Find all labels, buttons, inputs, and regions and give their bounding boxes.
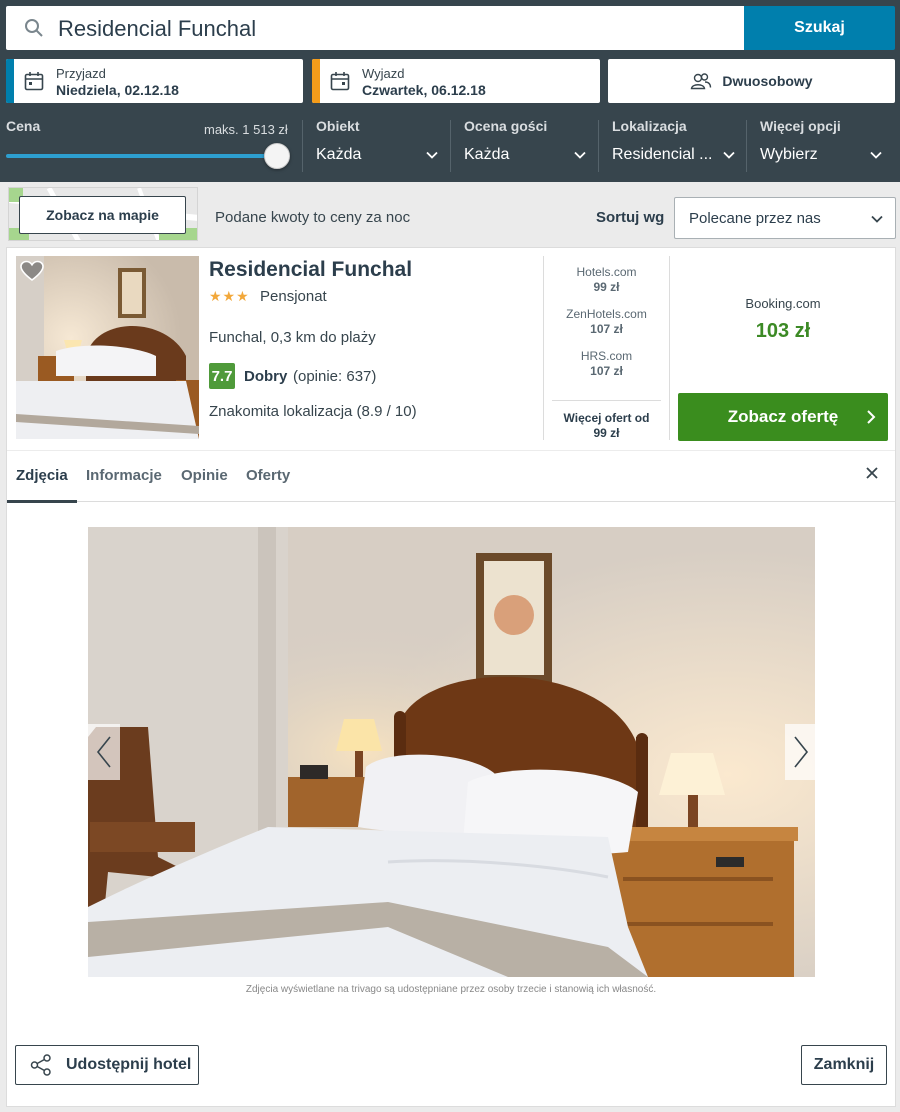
price-note: Podane kwoty to ceny za noc: [215, 209, 411, 226]
location-filter-label: Lokalizacja: [612, 118, 687, 134]
active-tab-indicator: [7, 500, 77, 503]
sort-select[interactable]: Polecane przez nas: [674, 197, 896, 239]
more-options-filter-label: Więcej opcji: [760, 118, 841, 134]
tab-photos[interactable]: Zdjęcia: [16, 467, 68, 484]
location-rating: Znakomita lokalizacja (8.9 / 10): [209, 403, 417, 420]
deal-item[interactable]: ZenHotels.com 107 zł: [544, 307, 669, 336]
checkin-value: Niedziela, 02.12.18: [56, 82, 179, 98]
search-query: Residencial Funchal: [58, 16, 257, 41]
filter-divider: [598, 120, 599, 172]
share-hotel-label: Udostępnij hotel: [66, 1056, 192, 1073]
map-preview[interactable]: Zobacz na mapie: [8, 187, 198, 241]
chevron-right-icon: [867, 410, 876, 424]
chevron-down-icon: [870, 151, 882, 159]
more-options-filter[interactable]: Więcej opcji Wybierz: [760, 118, 888, 176]
hotel-card: Residencial Funchal ★★★ Pensjonat Funcha…: [6, 247, 896, 1107]
price-slider-handle[interactable]: [264, 143, 290, 169]
star-rating: ★★★: [209, 288, 250, 304]
guest-rating-filter[interactable]: Ocena gości Każda: [464, 118, 588, 176]
deal-site: Hotels.com: [576, 265, 637, 279]
search-icon: [25, 19, 43, 37]
location-filter[interactable]: Lokalizacja Residencial ...: [612, 118, 736, 176]
more-offers-price: 99 zł: [593, 426, 620, 440]
checkout-field[interactable]: Wyjazd Czwartek, 06.12.18: [312, 59, 600, 103]
more-options-filter-value: Wybierz: [760, 146, 818, 163]
rating-word[interactable]: Dobry: [244, 368, 287, 385]
search-button[interactable]: Szukaj: [744, 6, 895, 50]
deal-price: 107 zł: [590, 322, 623, 336]
chevron-down-icon: [574, 151, 586, 159]
deal-site: ZenHotels.com: [566, 307, 647, 321]
deal-price: 99 zł: [593, 280, 620, 294]
property-filter[interactable]: Obiekt Każda: [316, 118, 440, 176]
guest-rating-filter-label: Ocena gości: [464, 118, 548, 134]
search-header: Residencial Funchal Szukaj Przyjazd Nied…: [0, 0, 900, 182]
tab-reviews[interactable]: Opinie: [181, 467, 228, 484]
hotel-thumbnail[interactable]: [16, 256, 199, 439]
property-type: Pensjonat: [260, 288, 327, 305]
tab-info[interactable]: Informacje: [86, 467, 162, 484]
checkin-accent: [6, 59, 14, 103]
photo-gallery[interactable]: [88, 527, 815, 977]
search-input[interactable]: Residencial Funchal: [6, 6, 744, 50]
close-icon[interactable]: [863, 464, 881, 482]
checkout-label: Wyjazd: [362, 66, 405, 81]
gallery-next-button[interactable]: [785, 724, 817, 780]
chevron-down-icon: [426, 151, 438, 159]
best-deal-site: Booking.com: [745, 296, 821, 311]
checkin-label: Przyjazd: [56, 66, 106, 81]
deal-site: HRS.com: [580, 349, 633, 363]
view-deal-label: Zobacz ofertę: [727, 407, 839, 426]
filter-divider: [450, 120, 451, 172]
gallery-photo: [88, 527, 815, 977]
checkout-value: Czwartek, 06.12.18: [362, 82, 486, 98]
gallery-prev-button[interactable]: [88, 724, 120, 780]
close-button[interactable]: Zamknij: [801, 1045, 887, 1085]
deal-price: 107 zł: [590, 364, 623, 378]
deals-divider-right: [669, 256, 670, 440]
rating-score-badge[interactable]: 7.7: [209, 363, 235, 389]
price-max-label: maks. 1 513 zł: [204, 122, 288, 137]
chevron-right-icon: [794, 736, 809, 768]
property-filter-label: Obiekt: [316, 118, 360, 134]
room-type-field[interactable]: Dwuosobowy: [608, 59, 895, 103]
sort-value: Polecane przez nas: [689, 210, 821, 227]
calendar-icon: [330, 72, 350, 91]
share-hotel-button[interactable]: Udostępnij hotel: [15, 1045, 199, 1085]
guest-rating-filter-value: Każda: [464, 146, 510, 163]
chevron-left-icon: [96, 736, 111, 768]
chevron-down-icon: [723, 151, 735, 159]
favorite-heart-icon[interactable]: [20, 260, 44, 282]
detail-tabs: Zdjęcia Informacje Opinie Oferty: [7, 450, 895, 503]
filter-divider: [746, 120, 747, 172]
deal-item[interactable]: HRS.com 107 zł: [544, 349, 669, 378]
tab-offers[interactable]: Oferty: [246, 467, 290, 484]
calendar-icon: [24, 72, 44, 91]
hotel-location[interactable]: Funchal, 0,3 km do plaży: [209, 329, 376, 346]
location-filter-value: Residencial ...: [612, 146, 713, 163]
checkin-field[interactable]: Przyjazd Niedziela, 02.12.18: [6, 59, 303, 103]
more-offers-label: Więcej ofert od: [563, 411, 650, 425]
view-deal-button[interactable]: Zobacz ofertę: [678, 393, 888, 441]
review-count[interactable]: (opinie: 637): [293, 368, 376, 385]
guests-icon: [691, 73, 712, 90]
sort-label: Sortuj wg: [596, 209, 665, 226]
view-on-map-button[interactable]: Zobacz na mapie: [19, 196, 186, 234]
filter-divider: [302, 120, 303, 172]
room-type-label: Dwuosobowy: [722, 73, 813, 89]
share-icon: [30, 1054, 51, 1076]
hotel-name[interactable]: Residencial Funchal: [209, 258, 412, 282]
property-filter-value: Każda: [316, 146, 362, 163]
price-slider-track[interactable]: [6, 154, 278, 158]
checkout-accent: [312, 59, 320, 103]
more-offers-link[interactable]: Więcej ofert od 99 zł: [552, 400, 661, 441]
chevron-down-icon: [871, 215, 883, 223]
deal-item[interactable]: Hotels.com 99 zł: [544, 265, 669, 294]
photo-copyright-caption: Zdjęcia wyświetlane na trivago są udostę…: [245, 984, 657, 995]
hotel-room-photo: [16, 256, 199, 439]
best-deal-price: 103 zł: [755, 320, 811, 342]
